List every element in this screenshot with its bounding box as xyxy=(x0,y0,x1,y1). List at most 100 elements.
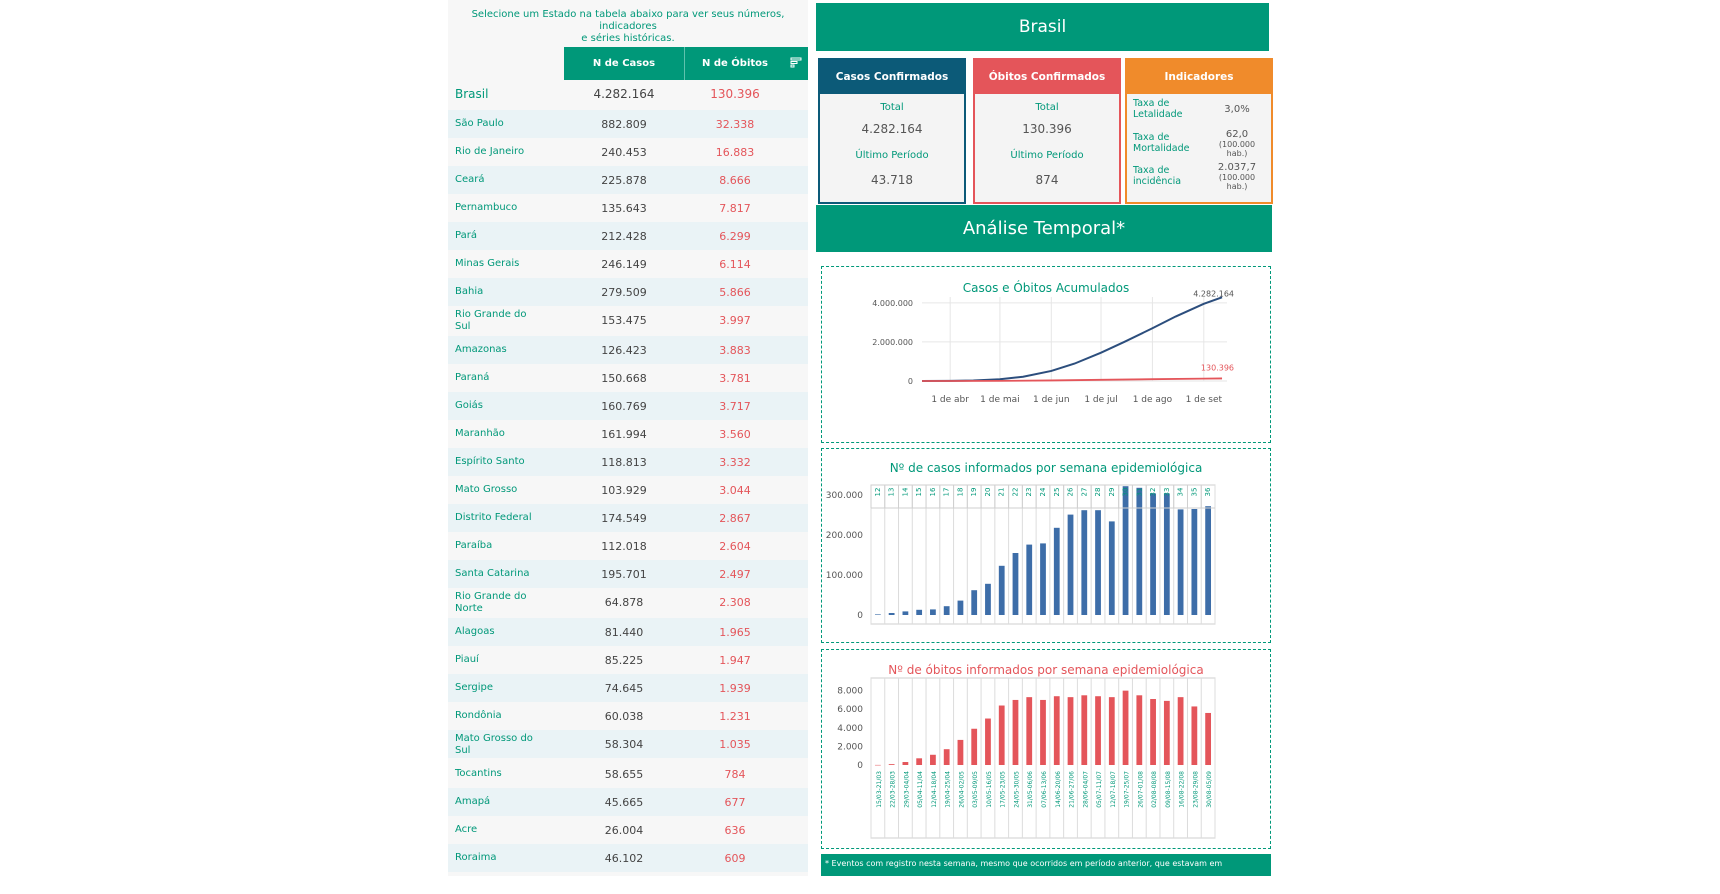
table-row[interactable]: Amazonas 126.423 3.883 xyxy=(448,336,808,364)
state-name[interactable]: Rio Grande do Sul xyxy=(455,309,535,333)
table-row[interactable]: Paraíba 112.018 2.604 xyxy=(448,532,808,560)
state-name[interactable]: Amazonas xyxy=(455,344,535,356)
table-row[interactable]: Amapá 45.665 677 xyxy=(448,788,808,816)
weekly-deaths-panel: Nº de óbitos informados por semana epide… xyxy=(821,649,1271,849)
bar xyxy=(1053,696,1060,765)
table-row[interactable]: Distrito Federal 174.549 2.867 xyxy=(448,504,808,532)
state-deaths: 3.781 xyxy=(719,372,751,385)
state-name[interactable]: Roraima xyxy=(455,852,535,864)
state-name[interactable]: Alagoas xyxy=(455,626,535,638)
x-tick-label: 1 de jun xyxy=(1033,395,1070,405)
instructions-line-1: Selecione um Estado na tabela abaixo par… xyxy=(471,9,785,32)
state-name[interactable]: Brasil xyxy=(455,88,535,100)
state-cases: 279.509 xyxy=(601,286,647,299)
deaths-card: Óbitos Confirmados Total 130.396 Último … xyxy=(973,58,1121,204)
table-row[interactable]: Goiás 160.769 3.717 xyxy=(448,392,808,420)
state-deaths: 3.717 xyxy=(719,400,751,413)
cases-card-title: Casos Confirmados xyxy=(820,60,964,94)
table-row[interactable]: Ceará 225.878 8.666 xyxy=(448,166,808,194)
x-tick-label: 26 xyxy=(1067,487,1075,496)
state-name[interactable]: Ceará xyxy=(455,174,535,186)
state-name[interactable]: Pará xyxy=(455,230,535,242)
x-tick-label: 14 xyxy=(901,487,909,496)
header-cases[interactable]: N de Casos xyxy=(564,47,685,80)
table-row[interactable]: Pernambuco 135.643 7.817 xyxy=(448,194,808,222)
state-cases: 212.428 xyxy=(601,230,647,243)
state-name[interactable]: Piauí xyxy=(455,654,535,666)
bar xyxy=(971,728,978,765)
bar xyxy=(930,754,936,765)
table-row[interactable]: Paraná 150.668 3.781 xyxy=(448,364,808,392)
x-tick-label: 19/07-25/07 xyxy=(1124,771,1131,808)
table-row[interactable]: Piauí 85.225 1.947 xyxy=(448,646,808,674)
table-row[interactable]: Santa Catarina 195.701 2.497 xyxy=(448,560,808,588)
table-row[interactable]: Espírito Santo 118.813 3.332 xyxy=(448,448,808,476)
state-name[interactable]: Goiás xyxy=(455,400,535,412)
table-row[interactable]: Maranhão 161.994 3.560 xyxy=(448,420,808,448)
state-name[interactable]: Acre xyxy=(455,824,535,836)
state-name[interactable]: Rondônia xyxy=(455,710,535,722)
state-name[interactable]: Rio Grande do Norte xyxy=(455,591,535,615)
x-tick-label: 29/03-04/04 xyxy=(903,771,910,808)
bar xyxy=(1205,506,1212,615)
state-deaths: 784 xyxy=(724,768,746,781)
table-row[interactable]: Acre 26.004 636 xyxy=(448,816,808,844)
table-row[interactable]: Alagoas 81.440 1.965 xyxy=(448,618,808,646)
table-row[interactable]: Brasil 4.282.164 130.396 xyxy=(448,80,808,108)
state-cases: 135.643 xyxy=(601,202,647,215)
state-name[interactable]: Paraná xyxy=(455,372,535,384)
table-row[interactable]: Minas Gerais 246.149 6.114 xyxy=(448,250,808,278)
state-name[interactable]: Mato Grosso do Sul xyxy=(455,733,535,757)
table-row[interactable]: Mato Grosso 103.929 3.044 xyxy=(448,476,808,504)
deaths-total-label: Total xyxy=(1035,102,1059,113)
table-row[interactable]: Rondônia 60.038 1.231 xyxy=(448,702,808,730)
filter-icon[interactable] xyxy=(790,57,802,69)
table-row[interactable]: Mato Grosso do Sul 58.304 1.035 xyxy=(448,730,808,758)
state-name[interactable]: São Paulo xyxy=(455,118,535,130)
state-name[interactable]: Paraíba xyxy=(455,540,535,552)
state-deaths: 16.883 xyxy=(715,146,755,159)
table-row[interactable]: Sergipe 74.645 1.939 xyxy=(448,674,808,702)
state-name[interactable]: Minas Gerais xyxy=(455,258,535,270)
table-row[interactable]: Tocantins 58.655 784 xyxy=(448,760,808,788)
state-name[interactable]: Distrito Federal xyxy=(455,512,535,524)
x-tick-label: 20 xyxy=(984,488,992,497)
x-tick-label: 24/05-30/05 xyxy=(1013,771,1020,808)
state-deaths: 3.883 xyxy=(719,344,751,357)
state-deaths: 1.965 xyxy=(719,626,751,639)
states-panel: Selecione um Estado na tabela abaixo par… xyxy=(448,0,808,876)
table-row[interactable]: Rio Grande do Norte 64.878 2.308 xyxy=(448,588,808,616)
table-row[interactable]: Rio de Janeiro 240.453 16.883 xyxy=(448,138,808,166)
state-cases: 153.475 xyxy=(601,314,647,327)
section-title: Análise Temporal* xyxy=(816,205,1272,252)
table-row[interactable]: Rio Grande do Sul 153.475 3.997 xyxy=(448,306,808,334)
state-name[interactable]: Mato Grosso xyxy=(455,484,535,496)
state-name[interactable]: Pernambuco xyxy=(455,202,535,214)
table-row[interactable]: São Paulo 882.809 32.338 xyxy=(448,110,808,138)
bar xyxy=(874,764,881,766)
state-name[interactable]: Rio de Janeiro xyxy=(455,146,535,158)
state-deaths: 609 xyxy=(724,852,746,865)
state-name[interactable]: Espírito Santo xyxy=(455,456,535,468)
state-name[interactable]: Maranhão xyxy=(455,428,535,440)
x-tick-label: 31/05-06/06 xyxy=(1027,771,1034,808)
table-row[interactable]: Bahia 279.509 5.866 xyxy=(448,278,808,306)
bar xyxy=(957,739,964,765)
header-deaths[interactable]: N de Óbitos xyxy=(685,47,785,80)
x-tick-label: 30/08-05/09 xyxy=(1206,771,1213,808)
x-tick-label: 23 xyxy=(1025,488,1033,497)
x-tick-label: 12 xyxy=(874,488,882,497)
bar xyxy=(1067,514,1074,615)
state-name[interactable]: Bahia xyxy=(455,286,535,298)
state-name[interactable]: Tocantins xyxy=(455,768,535,780)
bar xyxy=(1108,521,1115,615)
state-name[interactable]: Sergipe xyxy=(455,682,535,694)
state-deaths: 636 xyxy=(724,824,746,837)
bar xyxy=(1012,553,1019,615)
bar xyxy=(1067,697,1074,765)
y-tick-label: 200.000 xyxy=(826,531,863,541)
state-name[interactable]: Santa Catarina xyxy=(455,568,535,580)
state-name[interactable]: Amapá xyxy=(455,796,535,808)
table-row[interactable]: Pará 212.428 6.299 xyxy=(448,222,808,250)
x-tick-label: 02/08-08/08 xyxy=(1151,771,1158,808)
